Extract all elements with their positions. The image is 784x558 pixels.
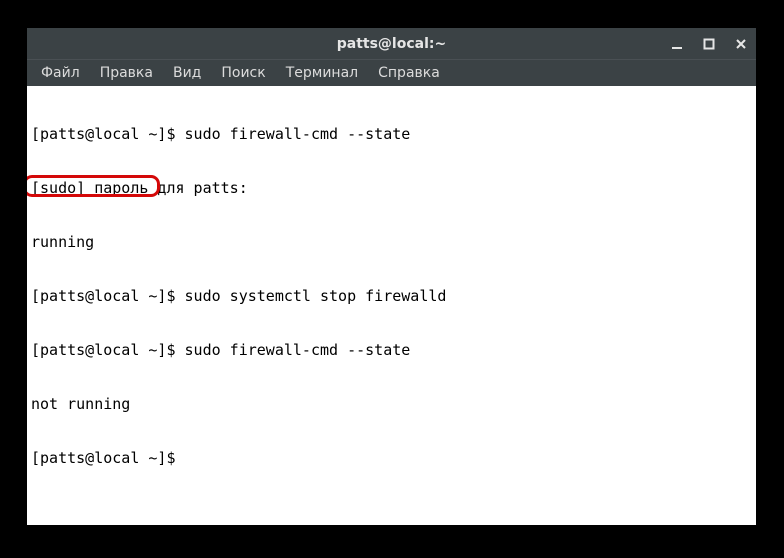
titlebar[interactable]: patts@local:~ <box>27 28 756 59</box>
terminal-window: patts@local:~ Файл Правка Вид <box>27 28 756 525</box>
menu-search[interactable]: Поиск <box>211 62 275 84</box>
terminal-line: not running <box>31 395 752 413</box>
terminal-line: [patts@local ~]$ sudo systemctl stop fir… <box>31 287 752 305</box>
close-icon <box>735 38 747 50</box>
maximize-icon <box>703 38 715 50</box>
maximize-button[interactable] <box>700 35 718 53</box>
close-button[interactable] <box>732 35 750 53</box>
terminal-line: [sudo] пароль для patts: <box>31 179 752 197</box>
terminal-line: [patts@local ~]$ sudo firewall-cmd --sta… <box>31 125 752 143</box>
window-controls <box>668 28 750 59</box>
menu-help[interactable]: Справка <box>368 62 450 84</box>
menu-view[interactable]: Вид <box>163 62 211 84</box>
menu-edit[interactable]: Правка <box>90 62 163 84</box>
terminal-line: [patts@local ~]$ sudo firewall-cmd --sta… <box>31 341 752 359</box>
terminal-line: [patts@local ~]$ <box>31 449 752 467</box>
terminal-body[interactable]: [patts@local ~]$ sudo firewall-cmd --sta… <box>27 86 756 525</box>
terminal-line: running <box>31 233 752 251</box>
menu-terminal[interactable]: Терминал <box>276 62 368 84</box>
window-title: patts@local:~ <box>27 36 756 52</box>
menubar: Файл Правка Вид Поиск Терминал Справка <box>27 59 756 86</box>
menu-file[interactable]: Файл <box>31 62 90 84</box>
minimize-icon <box>671 38 683 50</box>
minimize-button[interactable] <box>668 35 686 53</box>
